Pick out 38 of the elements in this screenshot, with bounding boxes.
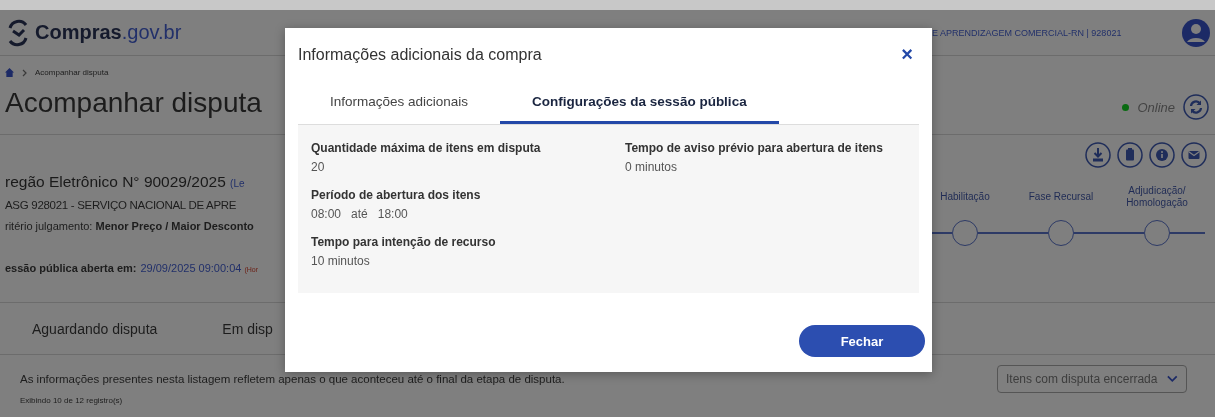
user-avatar-icon[interactable]	[1181, 17, 1211, 48]
modal-tab[interactable]: Informações adicionais	[298, 84, 501, 124]
modal-title: Informações adicionais da compra	[298, 45, 542, 64]
stage-label: Adjudicação/ Homologação	[1125, 184, 1189, 210]
breadcrumb-item[interactable]: Acompanhar disputa	[35, 68, 109, 77]
field-value: 10 minutos	[311, 254, 371, 268]
logo-text[interactable]: Compras.gov.br	[35, 21, 182, 44]
chevron-right-icon	[22, 68, 27, 77]
uasg-label: ASG 928021 - SERVIÇO NACIONAL DE APRE	[5, 199, 238, 211]
notice-text: As informações presentes nesta listagem refletem apenas o que aconteceu até o final da etapa de disputa.	[20, 373, 565, 385]
list-tab[interactable]: Em disp	[222, 316, 273, 341]
home-icon[interactable]	[5, 68, 14, 77]
refresh-icon[interactable]	[1183, 94, 1209, 120]
field-label: Tempo de aviso prévio para abertura de itens	[625, 141, 884, 155]
field-value: 20	[311, 160, 326, 174]
info-icon[interactable]	[1149, 142, 1175, 168]
field-label: Tempo para intenção de recurso	[311, 235, 497, 249]
status-dot	[1122, 103, 1130, 111]
field-value: 0 minutos	[625, 160, 679, 174]
field-value: 08:00 até 18:00	[311, 207, 409, 221]
purchase-title: regão Eletrônico N° 90029/2025 (Le	[5, 173, 246, 191]
close-button[interactable]: ×	[895, 44, 919, 64]
download-icon[interactable]	[1085, 142, 1111, 168]
mail-icon[interactable]	[1181, 142, 1207, 168]
record-count: Exibindo 10 de 12 registro(s)	[20, 396, 124, 405]
filter-dropdown[interactable]: Itens com disputa encerrada	[997, 365, 1187, 393]
stage-label: Fase Recursal	[1028, 190, 1094, 204]
field-label: Quantidade máxima de itens em disputa	[311, 141, 542, 155]
field-label: Período de abertura dos itens	[311, 188, 482, 202]
page-title: Acompanhar disputa	[5, 87, 263, 119]
clipboard-icon[interactable]	[1117, 142, 1143, 168]
connection-status: Online	[1137, 99, 1175, 115]
list-tab[interactable]: Aguardando disputa	[32, 316, 158, 341]
chevron-down-icon	[1167, 375, 1178, 383]
stage-label: Habilitação	[940, 190, 990, 204]
criterion-text: ritério julgamento: Menor Preço / Maior Desconto	[5, 220, 255, 232]
close-dialog-button[interactable]: Fechar	[799, 325, 925, 357]
organization-label: E APRENDIZAGEM COMERCIAL-RN | 928021	[932, 27, 1122, 38]
